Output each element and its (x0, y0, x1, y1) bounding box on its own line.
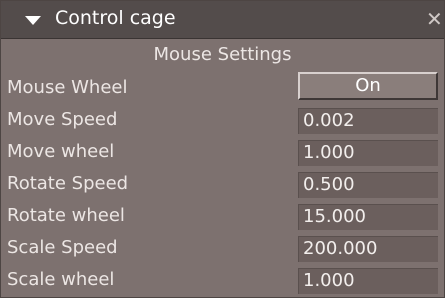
section-title: Mouse Settings (153, 44, 292, 65)
move-speed-field[interactable]: 0.002 (298, 108, 438, 134)
rotate-wheel-label: Rotate wheel (7, 205, 125, 226)
mouse-wheel-toggle-button[interactable]: On (298, 72, 438, 100)
close-icon[interactable]: ✕ (426, 9, 444, 29)
window-title: Control cage (55, 7, 176, 29)
rotate-speed-field[interactable]: 0.500 (298, 172, 438, 198)
scale-speed-field[interactable]: 200.000 (298, 236, 438, 262)
mouse-wheel-label: Mouse Wheel (7, 77, 128, 98)
rotate-speed-label: Rotate Speed (7, 173, 129, 194)
chevron-down-icon[interactable] (25, 16, 41, 25)
move-wheel-field[interactable]: 1.000 (298, 140, 438, 166)
scale-speed-label: Scale Speed (7, 237, 118, 258)
move-speed-label: Move Speed (7, 109, 118, 130)
rotate-wheel-field[interactable]: 15.000 (298, 204, 438, 230)
move-wheel-label: Move wheel (7, 141, 115, 162)
control-cage-panel: Control cage ✕ Mouse Settings Mouse Whee… (0, 0, 445, 298)
scale-wheel-label: Scale wheel (7, 269, 115, 290)
scale-wheel-field[interactable]: 1.000 (298, 268, 438, 294)
title-bar[interactable]: Control cage ✕ (1, 1, 444, 39)
